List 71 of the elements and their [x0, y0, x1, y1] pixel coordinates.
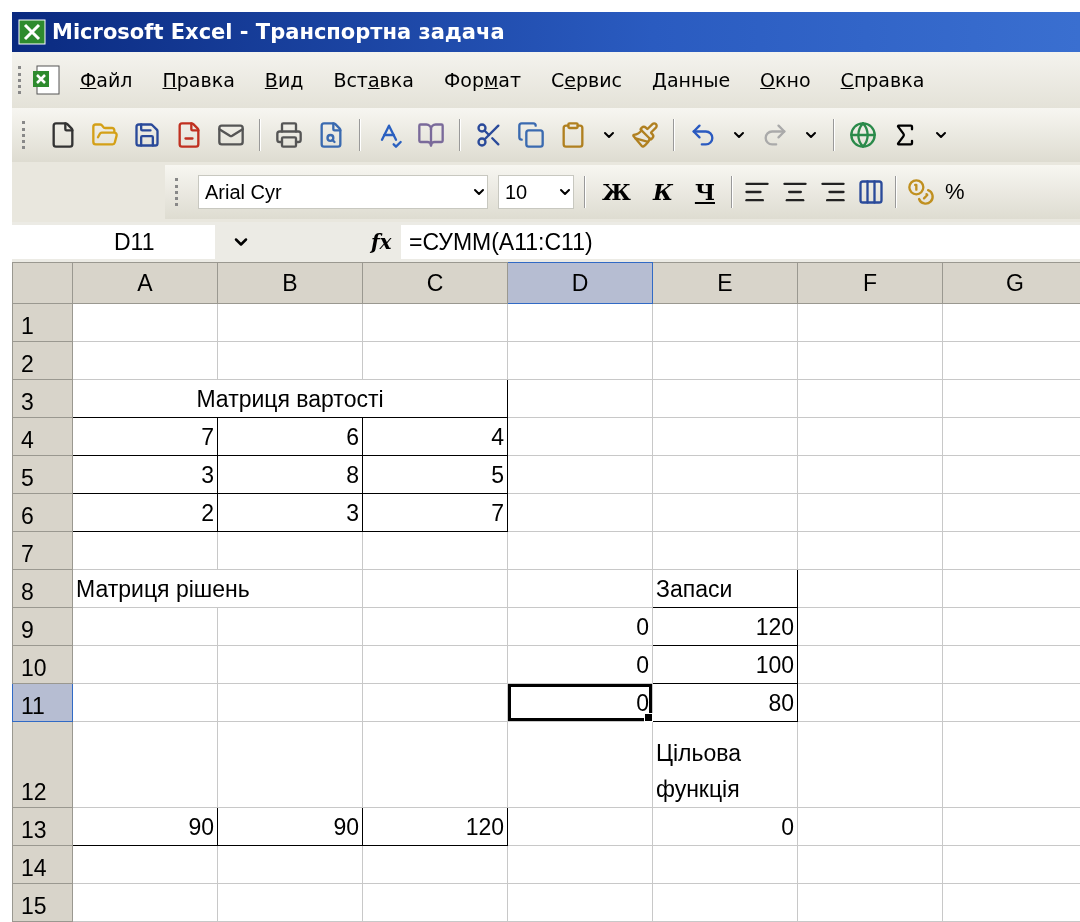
column-header[interactable]: B [217, 262, 363, 304]
table-cell: 0 [507, 645, 653, 684]
row-header[interactable]: 7 [12, 531, 73, 570]
bold-button[interactable]: Ж [596, 179, 637, 205]
table-cell: 7 [362, 493, 508, 532]
row-header[interactable]: 8 [12, 569, 73, 608]
underline-button[interactable]: Ч [688, 179, 721, 205]
table-cell: 4 [362, 417, 508, 456]
column-header[interactable]: C [362, 262, 508, 304]
row-header[interactable]: 15 [12, 883, 73, 922]
table-cell: 3 [72, 455, 218, 494]
window-title: Microsoft Excel - Транспортна задача [52, 20, 505, 44]
table-cell: 120 [362, 807, 508, 846]
menu-item[interactable]: Правка [147, 69, 250, 91]
table-cell: 80 [652, 683, 798, 722]
column-header[interactable]: A [72, 262, 218, 304]
format-painter-icon[interactable] [631, 121, 659, 149]
table-cell: 5 [362, 455, 508, 494]
table-cell: 100 [652, 645, 798, 684]
row-header[interactable]: 3 [12, 379, 73, 418]
row-header[interactable]: 12 [12, 721, 73, 808]
row-header[interactable]: 13 [12, 807, 73, 846]
spreadsheet-app-icon [18, 19, 46, 45]
row-header[interactable]: 6 [12, 493, 73, 532]
percent-button[interactable]: % [945, 179, 965, 205]
table-cell: 90 [217, 807, 363, 846]
table-cell: 120 [652, 607, 798, 646]
menu-item[interactable]: Сервис [536, 69, 638, 91]
italic-button[interactable]: К [646, 179, 679, 205]
function-button[interactable]: fx [371, 230, 401, 254]
column-header[interactable]: E [652, 262, 798, 304]
formula-field[interactable]: =СУММ(A11:C11) [401, 225, 1080, 259]
font-size-field[interactable]: 10 [498, 175, 574, 209]
table-cell: 8 [217, 455, 363, 494]
hyperlink-icon[interactable] [849, 121, 877, 149]
table-cell: Матриця рішень [72, 569, 363, 608]
column-header[interactable]: D [507, 262, 653, 304]
table-cell: Цільова функція [652, 721, 798, 808]
table-cell: 0 [652, 807, 798, 846]
fill-handle[interactable] [644, 713, 653, 722]
row-header[interactable]: 9 [12, 607, 73, 646]
table-cell: 2 [72, 493, 218, 532]
row-header[interactable]: 14 [12, 845, 73, 884]
print-icon[interactable] [275, 121, 303, 149]
menu-item[interactable]: Окно [745, 69, 826, 91]
table-cell: 0 [507, 683, 653, 722]
row-header[interactable]: 10 [12, 645, 73, 684]
row-header[interactable]: 5 [12, 455, 73, 494]
menu-item[interactable]: Справка [825, 69, 940, 91]
save-icon[interactable] [133, 121, 161, 149]
copy-icon[interactable] [517, 121, 545, 149]
menu-item[interactable]: Данные [637, 69, 746, 91]
menu-item[interactable]: Формат [428, 69, 537, 91]
table-cell: 90 [72, 807, 218, 846]
column-header[interactable]: G [942, 262, 1080, 304]
table-cell: 6 [217, 417, 363, 456]
menu-item[interactable]: Файл [65, 69, 148, 91]
row-header[interactable]: 4 [12, 417, 73, 456]
name-box[interactable]: D11 [12, 225, 215, 259]
row-header[interactable]: 11 [12, 683, 73, 722]
table-cell: Матриця вартості [72, 379, 508, 418]
table-cell: 7 [72, 417, 218, 456]
menu-item[interactable]: Вид [249, 69, 319, 91]
column-header[interactable]: F [797, 262, 943, 304]
table-cell: Запаси [652, 569, 798, 608]
row-header[interactable]: 2 [12, 341, 73, 380]
menu-item[interactable]: Вставка [318, 69, 429, 91]
table-cell: 0 [507, 607, 653, 646]
row-header[interactable]: 1 [12, 303, 73, 342]
font-field[interactable]: Arial Cyr [198, 175, 488, 209]
table-cell: 3 [217, 493, 363, 532]
